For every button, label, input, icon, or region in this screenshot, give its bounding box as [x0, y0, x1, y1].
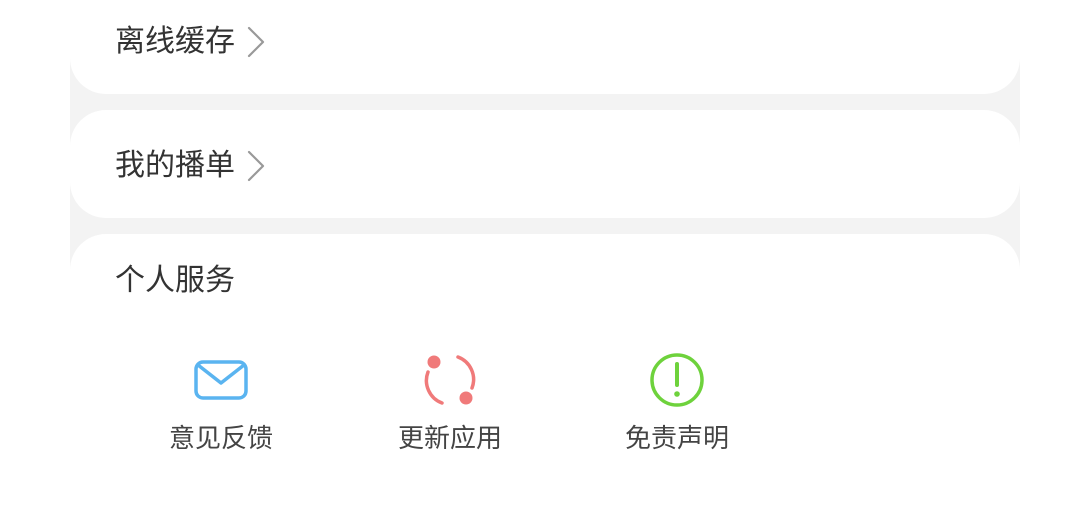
- chevron-right-icon: [247, 26, 265, 58]
- disclaimer-button[interactable]: 免责声明: [592, 350, 762, 460]
- personal-services-title: 个人服务: [115, 263, 235, 298]
- offline-cache-label: 离线缓存: [115, 24, 235, 59]
- disclaimer-label: 免责声明: [624, 424, 729, 454]
- feedback-label: 意见反馈: [168, 424, 273, 454]
- update-app-button[interactable]: 更新应用: [365, 350, 535, 460]
- chevron-right-icon: [247, 150, 265, 182]
- exclamation-circle-icon: [647, 350, 707, 410]
- offline-cache-card[interactable]: 离线缓存: [70, 0, 1020, 94]
- personal-services-card: 个人服务 意见反馈 更新应用 免责声明: [70, 234, 1020, 524]
- update-app-label: 更新应用: [397, 424, 502, 454]
- refresh-icon: [420, 350, 480, 410]
- my-playlist-row[interactable]: 我的播单: [115, 149, 267, 183]
- my-playlist-card[interactable]: 我的播单: [70, 110, 1020, 218]
- feedback-button[interactable]: 意见反馈: [136, 350, 306, 460]
- envelope-icon: [191, 350, 251, 410]
- my-playlist-label: 我的播单: [115, 148, 235, 183]
- offline-cache-row[interactable]: 离线缓存: [115, 25, 267, 59]
